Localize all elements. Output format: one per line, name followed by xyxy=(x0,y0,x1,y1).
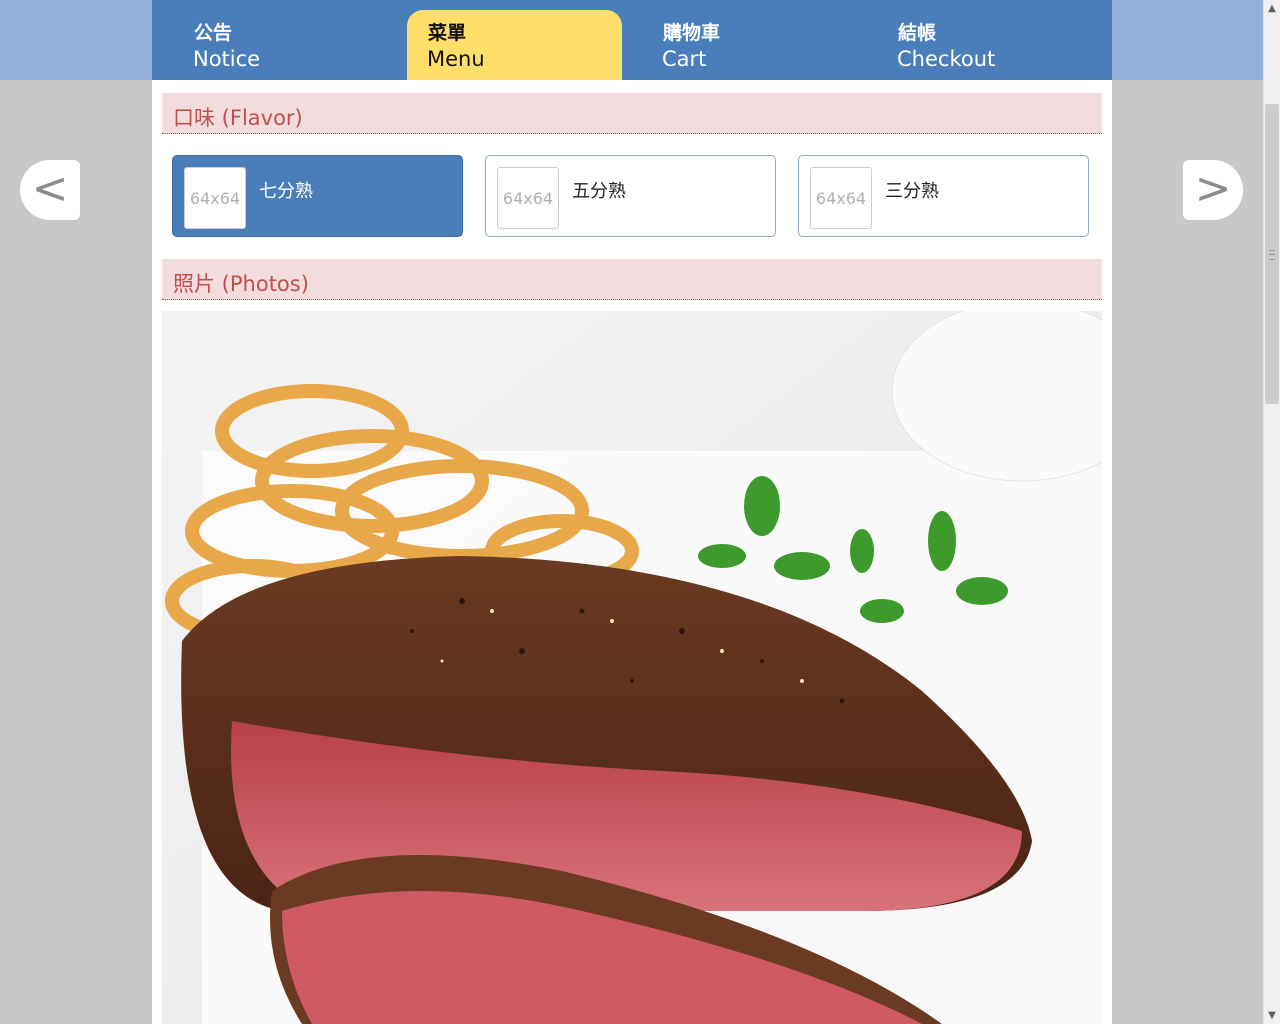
flavor-thumbnail-placeholder: 64x64 xyxy=(184,167,246,229)
tab-cart[interactable]: 購物車 Cart xyxy=(642,10,857,80)
tab-notice-zh: 公告 xyxy=(194,22,233,44)
tab-menu-en: Menu xyxy=(427,47,485,71)
scroll-up-arrow-icon[interactable]: ▲ xyxy=(1264,0,1280,17)
content-panel: 口味 (Flavor) 64x64 七分熟 64x64 五分熟 64x64 三分… xyxy=(152,80,1112,1024)
carousel-next-button[interactable]: > xyxy=(1183,160,1243,220)
tab-cart-en: Cart xyxy=(662,47,707,71)
flavor-option-medium[interactable]: 64x64 五分熟 xyxy=(485,155,776,237)
scrollbar-grip-icon xyxy=(1269,250,1275,260)
tab-checkout-en: Checkout xyxy=(897,47,996,71)
vertical-scrollbar[interactable]: ▲ ▼ xyxy=(1263,0,1280,1024)
scrollbar-thumb[interactable] xyxy=(1265,104,1279,404)
steak-photo-illustration xyxy=(162,311,1102,1024)
photos-section-title: 照片 (Photos) xyxy=(173,272,309,296)
tab-notice-en: Notice xyxy=(193,47,261,71)
flavor-thumbnail-placeholder: 64x64 xyxy=(497,167,559,229)
tab-menu[interactable]: 菜單 Menu xyxy=(407,10,622,80)
photos-section-header: 照片 (Photos) xyxy=(162,259,1102,300)
flavor-option-label: 三分熟 xyxy=(885,181,939,202)
flavor-thumbnail-placeholder: 64x64 xyxy=(810,167,872,229)
flavor-section-title: 口味 (Flavor) xyxy=(173,106,303,130)
tab-cart-zh: 購物車 xyxy=(663,22,721,44)
steak-photo xyxy=(162,311,1102,1024)
main-nav: 公告 Notice 菜單 Menu 購物車 Cart 結帳 Checkout xyxy=(152,0,1112,80)
flavor-option-medium-well[interactable]: 64x64 七分熟 xyxy=(172,155,463,237)
carousel-prev-button[interactable]: < xyxy=(20,160,80,220)
flavor-section-header: 口味 (Flavor) xyxy=(162,93,1102,134)
tab-menu-zh: 菜單 xyxy=(428,22,467,44)
tab-checkout[interactable]: 結帳 Checkout xyxy=(877,10,1092,80)
flavor-option-label: 五分熟 xyxy=(572,181,626,202)
tab-checkout-zh: 結帳 xyxy=(898,22,937,44)
tab-notice[interactable]: 公告 Notice xyxy=(173,10,388,80)
scroll-down-arrow-icon[interactable]: ▼ xyxy=(1264,1007,1280,1024)
flavor-option-label: 七分熟 xyxy=(259,181,313,202)
flavor-option-medium-rare[interactable]: 64x64 三分熟 xyxy=(798,155,1089,237)
